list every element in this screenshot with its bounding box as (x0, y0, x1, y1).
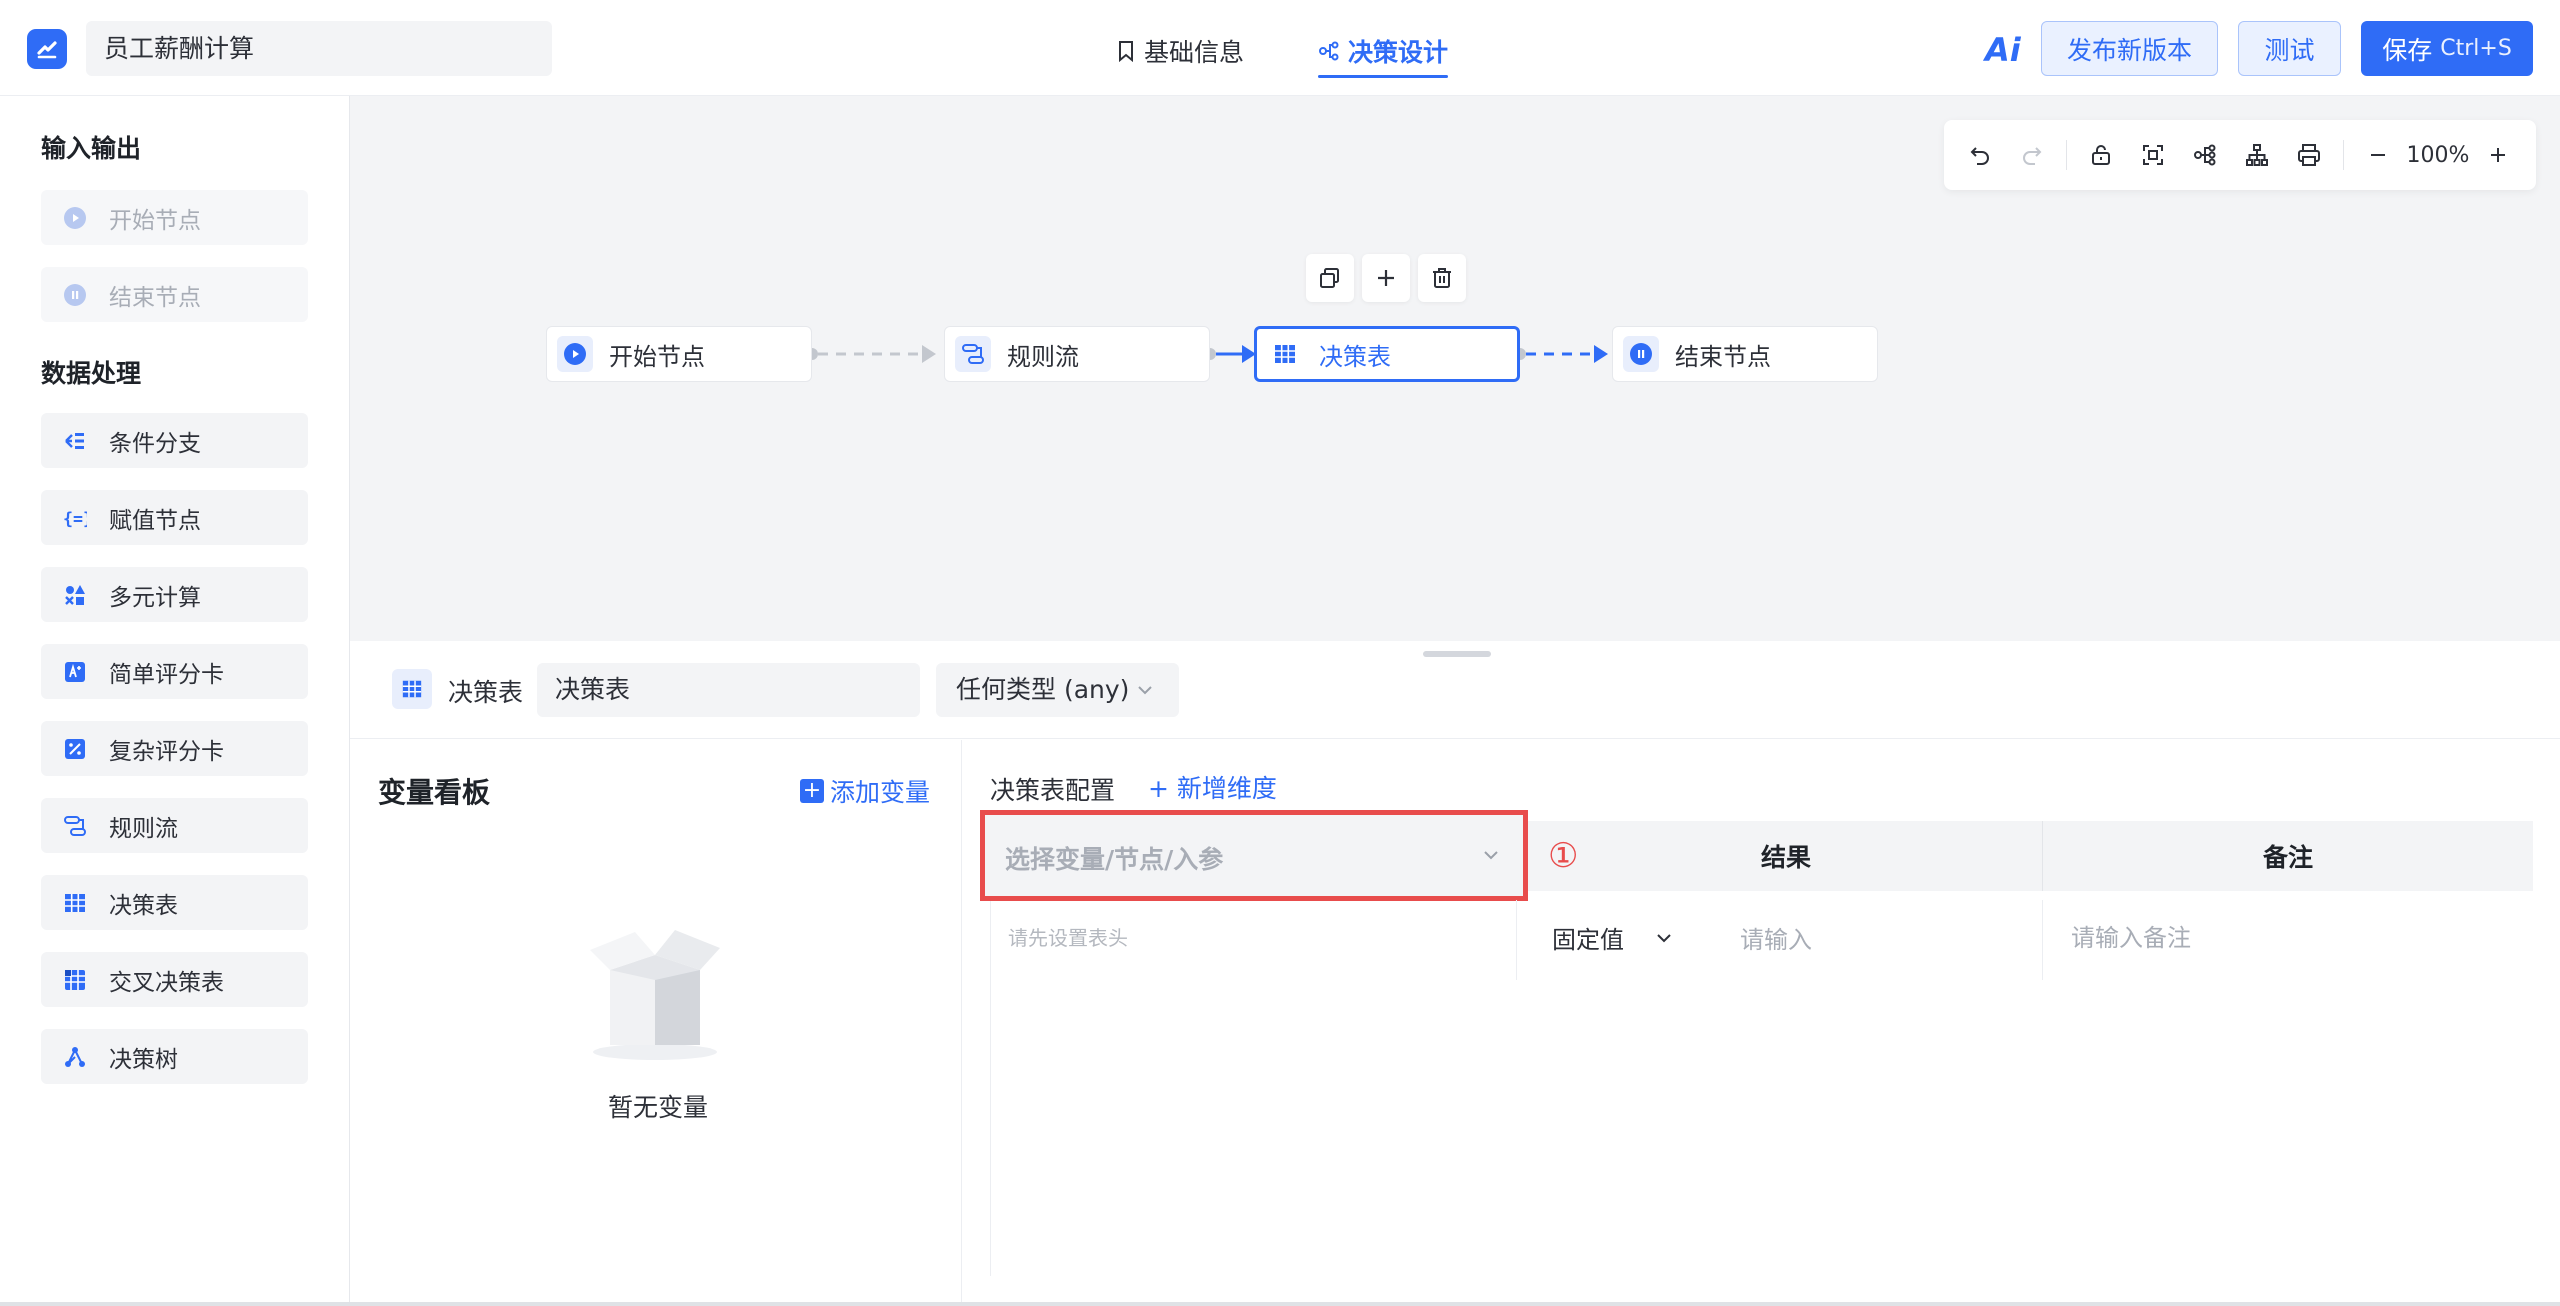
column-header-result: 结果 (1760, 843, 1811, 872)
flow-node-rule-flow[interactable]: 规则流 (944, 326, 1210, 382)
cross-table-icon (63, 968, 87, 992)
percent-card-icon (63, 737, 87, 761)
return-type-value: 任何类型 (any) (956, 675, 1130, 704)
chevron-down-icon (1657, 933, 1671, 942)
node-name-input[interactable]: 决策表 (537, 663, 920, 717)
play-circle-icon (557, 336, 593, 372)
node-type-label: 决策表 (448, 678, 524, 707)
empty-variable-text: 暂无变量 (608, 1093, 709, 1122)
palette-item-label: 决策树 (109, 1046, 178, 1073)
tree-icon (63, 1045, 87, 1069)
add-dimension-button[interactable]: + 新增维度 (1148, 769, 1277, 805)
return-type-select[interactable]: 任何类型 (any) (936, 663, 1179, 717)
result-value-input[interactable]: 请输入 (1740, 920, 1812, 955)
step-marker: ① (1548, 836, 1579, 876)
palette-item-cross-table[interactable]: 交叉决策表 (41, 952, 308, 1007)
rule-flow-icon (63, 814, 87, 838)
node-label: 开始节点 (609, 342, 705, 371)
chevron-down-icon (1135, 663, 1155, 736)
node-label: 结束节点 (1675, 342, 1771, 371)
palette-item-rule-flow[interactable]: 规则流 (41, 798, 308, 853)
palette-item-label: 规则流 (109, 815, 178, 842)
rule-flow-icon (955, 336, 991, 372)
pause-circle-icon (1623, 336, 1659, 372)
add-icon[interactable] (1362, 254, 1410, 302)
palette-item-decision-tree[interactable]: 决策树 (41, 1029, 308, 1084)
flow-node-end[interactable]: 结束节点 (1612, 326, 1878, 382)
header-hint-text: 请先设置表头 (1008, 926, 1128, 950)
table-icon (63, 891, 87, 915)
node-label: 规则流 (1007, 342, 1079, 371)
window-bottom-border (0, 1302, 2560, 1306)
result-type-select[interactable]: 固定值 (1552, 920, 1674, 955)
column-divider (1516, 900, 1517, 980)
delete-icon[interactable] (1418, 254, 1466, 302)
plus-square-icon: + (800, 779, 824, 803)
column-header-note: 备注 (2042, 821, 2533, 891)
decision-table-title: 决策表配置 (990, 776, 1116, 805)
table-icon (392, 669, 432, 709)
add-variable-button[interactable]: + 添加变量 (800, 773, 930, 809)
condition-variable-select[interactable]: 选择变量/节点/入参 (980, 810, 1528, 901)
node-toolbar (1306, 254, 1466, 302)
palette-item-label: 复杂评分卡 (109, 738, 224, 765)
copy-icon[interactable] (1306, 254, 1354, 302)
empty-box-icon (590, 930, 720, 1060)
palette-item-complex-scorecard[interactable]: 复杂评分卡 (41, 721, 308, 776)
note-input[interactable]: 请输入备注 (2071, 918, 2191, 953)
variable-board-title: 变量看板 (378, 776, 491, 809)
flow-node-start[interactable]: 开始节点 (546, 326, 812, 382)
column-divider (2042, 900, 2043, 980)
condition-variable-placeholder: 选择变量/节点/入参 (1005, 845, 1224, 874)
table-icon (1267, 336, 1303, 372)
palette-item-decision-table[interactable]: 决策表 (41, 875, 308, 930)
flow-node-decision-table[interactable]: 决策表 (1254, 326, 1520, 382)
node-label: 决策表 (1319, 342, 1391, 371)
chevron-down-icon (1484, 851, 1498, 860)
add-variable-label: 添加变量 (830, 778, 931, 807)
palette-item-label: 交叉决策表 (109, 969, 224, 996)
result-type-value: 固定值 (1552, 926, 1624, 954)
palette-item-label: 决策表 (109, 892, 178, 919)
